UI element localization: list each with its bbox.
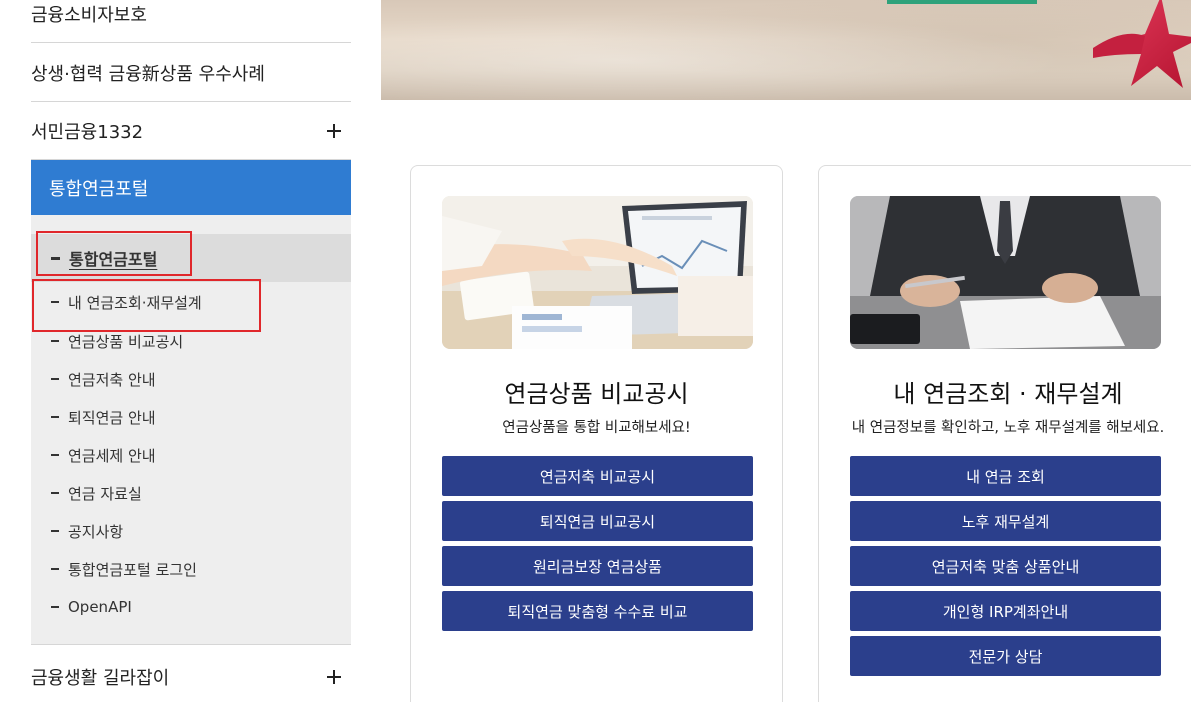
dash-icon [51,454,59,456]
pension-savings-compare-button[interactable]: 연금저축 비교공시 [442,456,753,496]
sidebar-item-label: 금융생활 길라잡이 [31,668,170,689]
dash-icon [51,378,59,380]
submenu-item-notices[interactable]: 공지사항 [31,512,351,550]
submenu-item-label: 연금저축 안내 [68,370,156,389]
expert-consult-button[interactable]: 전문가 상담 [850,636,1161,676]
my-pension-lookup-button[interactable]: 내 연금 조회 [850,456,1161,496]
sidebar-nav: 금융소비자보호 상생·협력 금융新상품 우수사례 서민금융1332 통합연금포털… [0,0,381,702]
sidebar-item-label: 금융소비자보호 [31,4,147,26]
sidebar-item-label: 상생·협력 금융新상품 우수사례 [31,63,265,85]
submenu-item-retirement-pension[interactable]: 퇴직연금 안내 [31,398,351,436]
sidebar-item-finance-guide[interactable]: 금융생활 길라잡이 [31,648,351,702]
irp-account-guide-button[interactable]: 개인형 IRP계좌안내 [850,591,1161,631]
submenu-item-label: 연금세제 안내 [68,446,156,465]
submenu-item-pension-savings[interactable]: 연금저축 안내 [31,360,351,398]
principal-guaranteed-button[interactable]: 원리금보장 연금상품 [442,546,753,586]
submenu-item-label: 통합연금포털 로그인 [68,560,197,579]
sidebar-item-cooperation-cases[interactable]: 상생·협력 금융新상품 우수사례 [31,44,351,102]
sidebar-section-label: 통합연금포털 [49,178,149,200]
submenu-item-pension-tax[interactable]: 연금세제 안내 [31,436,351,474]
card-subtitle: 내 연금정보를 확인하고, 노후 재무설계를 해보세요. [851,420,1165,436]
highlight-box [36,231,192,276]
highlight-box [32,279,261,332]
plus-icon[interactable] [327,670,341,684]
sidebar-item-seomin-1332[interactable]: 서민금융1332 [31,103,351,160]
dash-icon [51,606,59,608]
plus-icon[interactable] [327,124,341,138]
retirement-pension-compare-button[interactable]: 퇴직연금 비교공시 [442,501,753,541]
dash-icon [51,492,59,494]
dash-icon [51,416,59,418]
card-my-pension: 내 연금조회 · 재무설계 내 연금정보를 확인하고, 노후 재무설계를 해보세… [818,165,1191,702]
dash-icon [51,340,59,342]
retirement-planning-button[interactable]: 노후 재무설계 [850,501,1161,541]
sidebar-section-pension-portal[interactable]: 통합연금포털 [31,160,351,215]
custom-fee-compare-button[interactable]: 퇴직연금 맞춤형 수수료 비교 [442,591,753,631]
card-title: 연금상품 비교공시 [504,380,689,408]
submenu-item-label: 공지사항 [68,522,124,541]
submenu-item-label: OpenAPI [68,598,132,616]
custom-product-guide-button[interactable]: 연금저축 맞춤 상품안내 [850,546,1161,586]
starfish-icon [1093,0,1191,88]
submenu-item-label: 연금상품 비교공시 [68,332,184,351]
dash-icon [51,568,59,570]
sidebar-item-label: 서민금융1332 [31,122,144,143]
card-photo-laptop-chart [442,196,753,349]
submenu-item-portal-login[interactable]: 통합연금포털 로그인 [31,550,351,588]
card-subtitle: 연금상품을 통합 비교해보세요! [502,420,691,436]
submenu-item-resources[interactable]: 연금 자료실 [31,474,351,512]
card-title: 내 연금조회 · 재무설계 [893,380,1123,408]
card-product-compare: 연금상품 비교공시 연금상품을 통합 비교해보세요! 연금저축 비교공시 퇴직연… [410,165,783,702]
banner-accent-bar [887,0,1037,4]
dash-icon [51,530,59,532]
card-photo-businessman [850,196,1161,349]
sidebar-item-consumer-protection[interactable]: 금융소비자보호 [31,0,351,43]
submenu-item-label: 연금 자료실 [68,484,142,503]
submenu-item-openapi[interactable]: OpenAPI [31,588,351,626]
hero-banner-image [381,0,1191,100]
submenu-item-label: 퇴직연금 안내 [68,408,156,427]
